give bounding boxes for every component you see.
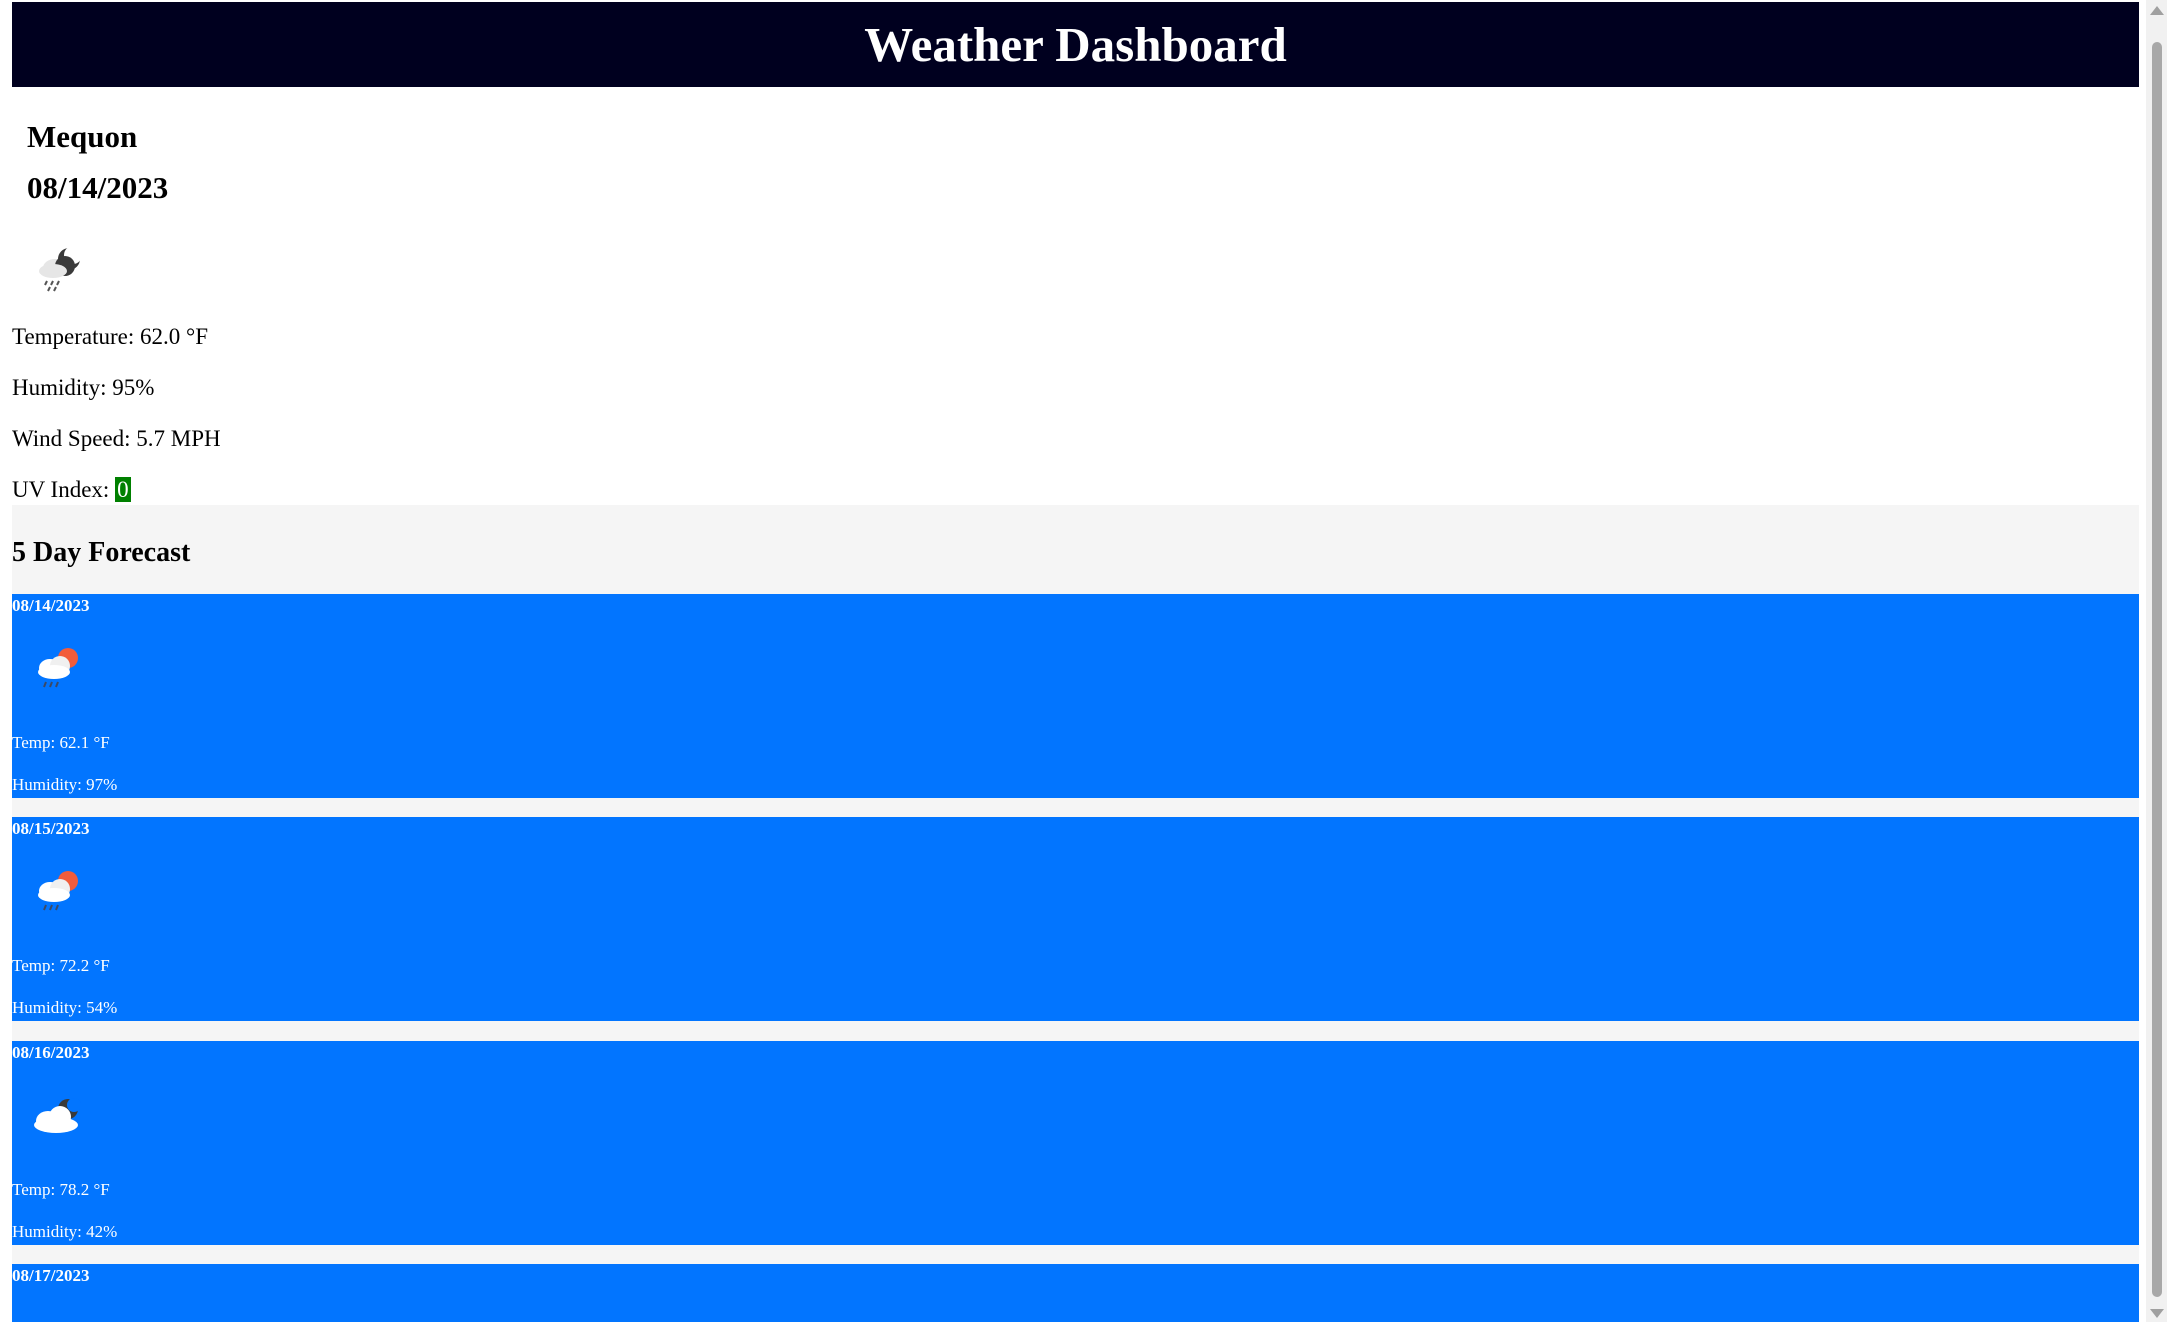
current-uv-index: UV Index: 0 (12, 477, 131, 503)
forecast-date: 08/15/2023 (12, 819, 90, 838)
forecast-temp: Temp: 78.2 °F (12, 1180, 110, 1199)
night-rain-cloud-icon (39, 246, 82, 292)
forecast-temp: Temp: 72.2 °F (12, 956, 110, 975)
forecast-section: 5 Day Forecast 08/14/2023 Temp: 62.1 °F … (12, 505, 2139, 1322)
forecast-temp: Temp: 62.1 °F (12, 733, 110, 752)
forecast-date: 08/16/2023 (12, 1043, 90, 1062)
forecast-card: 08/16/2023 Temp: 78.2 °F Humidity: 42% (12, 1041, 2139, 1245)
scroll-up-arrow-icon[interactable] (2150, 6, 2164, 15)
forecast-card: 08/14/2023 Temp: 62.1 °F Humidity: 97% (12, 594, 2139, 798)
forecast-date: 08/14/2023 (12, 596, 90, 615)
forecast-title: 5 Day Forecast (12, 537, 191, 568)
current-wind-speed: Wind Speed: 5.7 MPH (12, 426, 221, 451)
current-temperature: Temperature: 62.0 °F (12, 324, 209, 349)
current-weather: Mequon 08/14/2023 Temperature: 62.0 °F H… (12, 87, 2139, 505)
sun-rain-cloud-icon (38, 648, 78, 688)
current-date: 08/14/2023 (27, 170, 169, 205)
night-cloud-icon (34, 1098, 81, 1133)
forecast-date: 08/17/2023 (12, 1266, 90, 1285)
forecast-card: 08/17/2023 (12, 1264, 2139, 1322)
header: Weather Dashboard (12, 2, 2139, 87)
page-title: Weather Dashboard (864, 17, 1287, 72)
forecast-card: 08/15/2023 Temp: 72.2 °F Humidity: 54% (12, 817, 2139, 1021)
uv-index-label: UV Index: (12, 477, 116, 502)
forecast-humidity: Humidity: 97% (12, 775, 118, 794)
uv-index-badge: 0 (115, 477, 131, 502)
current-humidity: Humidity: 95% (12, 375, 155, 400)
scroll-down-arrow-icon[interactable] (2150, 1309, 2164, 1318)
vertical-scrollbar[interactable] (2146, 0, 2167, 1322)
city-name: Mequon (27, 119, 138, 154)
forecast-humidity: Humidity: 42% (12, 1222, 118, 1241)
scrollbar-thumb[interactable] (2152, 42, 2162, 1297)
page: Weather Dashboard Mequon 08/14/2023 Temp… (12, 0, 2139, 1322)
sun-rain-cloud-icon (38, 871, 78, 911)
forecast-humidity: Humidity: 54% (12, 998, 118, 1017)
